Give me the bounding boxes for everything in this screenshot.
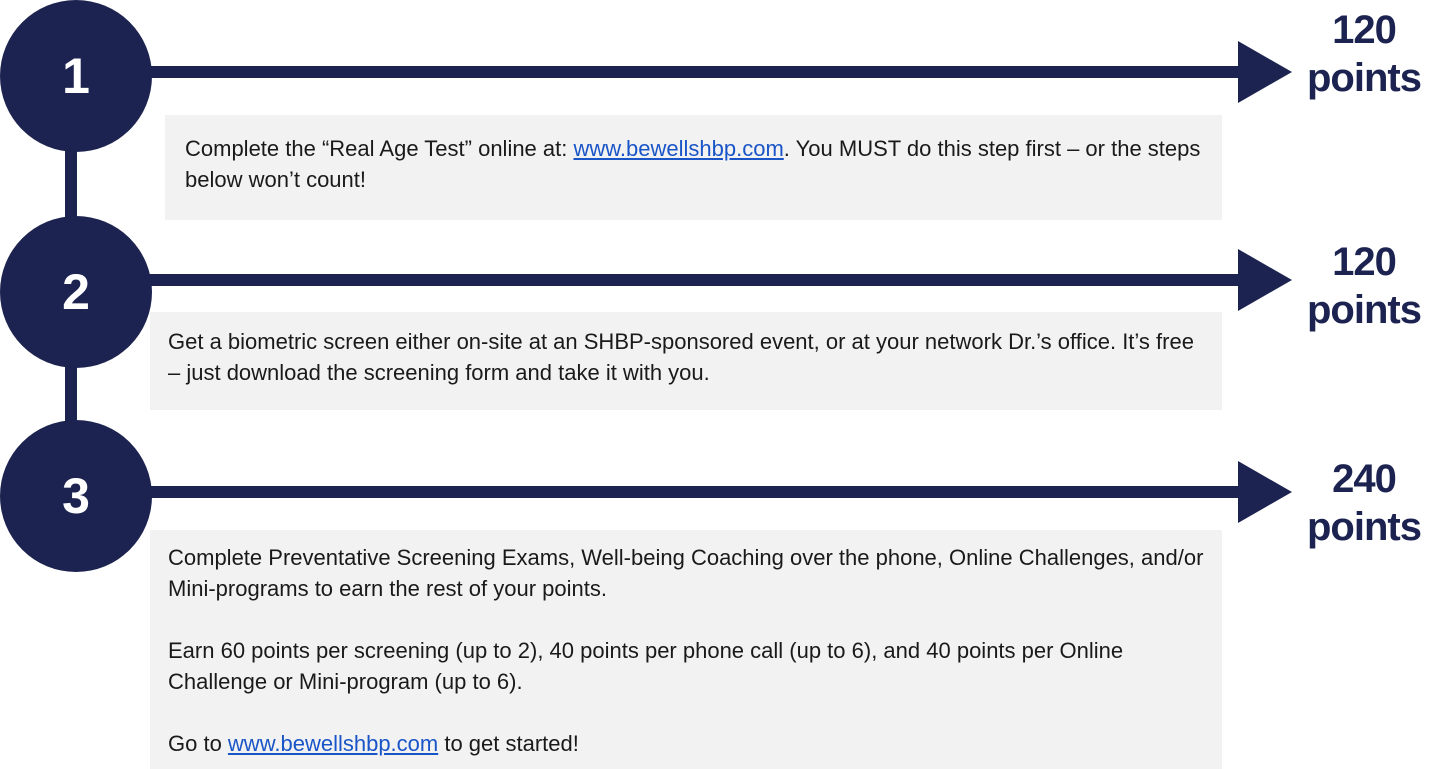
- step-3-link[interactable]: www.bewellshbp.com: [228, 731, 438, 756]
- step-3-paragraph-3: Go to www.bewellshbp.com to get started!: [168, 728, 1204, 759]
- step-2-number: 2: [62, 264, 90, 320]
- step-1-text-before: Complete the “Real Age Test” online at:: [185, 136, 574, 161]
- step-3-paragraph-1: Complete Preventative Screening Exams, W…: [168, 545, 1204, 601]
- step-1-arrow-head: [1238, 41, 1292, 103]
- step-1-points: 120 points: [1294, 6, 1434, 102]
- step-3-number: 3: [62, 468, 90, 524]
- step-3-text-before: Go to: [168, 731, 228, 756]
- step-1-box: Complete the “Real Age Test” online at: …: [165, 115, 1222, 220]
- step-2-arrow-line: [100, 274, 1260, 286]
- step-2-points-unit: points: [1307, 288, 1422, 332]
- step-1-arrow-line: [100, 66, 1260, 78]
- step-2-points: 120 points: [1294, 238, 1434, 334]
- step-3-box: Complete Preventative Screening Exams, W…: [150, 530, 1222, 769]
- step-3-points-unit: points: [1307, 505, 1422, 549]
- step-1-number: 1: [62, 48, 90, 104]
- step-3-number-circle: 3: [0, 420, 152, 572]
- step-3-arrow-head: [1238, 461, 1292, 523]
- step-1-link[interactable]: www.bewellshbp.com: [573, 136, 783, 161]
- step-2-number-circle: 2: [0, 216, 152, 368]
- step-1-number-circle: 1: [0, 0, 152, 152]
- step-2-points-value: 120: [1332, 240, 1397, 284]
- steps-diagram: Complete the “Real Age Test” online at: …: [0, 0, 1434, 769]
- step-3-points-value: 240: [1332, 457, 1397, 501]
- step-3-text-after: to get started!: [438, 731, 579, 756]
- step-3-paragraph-2: Earn 60 points per screening (up to 2), …: [168, 638, 1124, 694]
- step-3-points: 240 points: [1294, 455, 1434, 551]
- step-2-arrow-head: [1238, 249, 1292, 311]
- step-1-points-value: 120: [1332, 8, 1397, 52]
- step-1-text: Complete the “Real Age Test” online at: …: [185, 133, 1202, 195]
- step-1-points-unit: points: [1307, 56, 1422, 100]
- step-2-box: Get a biometric screen either on-site at…: [150, 312, 1222, 410]
- step-2-text: Get a biometric screen either on-site at…: [168, 329, 1194, 385]
- step-3-arrow-line: [100, 486, 1260, 498]
